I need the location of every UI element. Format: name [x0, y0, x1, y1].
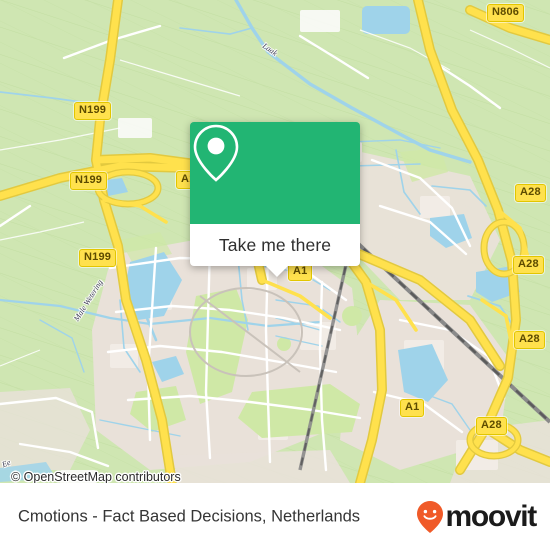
road-shield: N199 — [70, 172, 108, 190]
road-shield: N199 — [79, 249, 117, 267]
location-popup[interactable]: Take me there — [190, 122, 360, 277]
map-canvas[interactable]: N806 N199 N199 N199 A1 A1 A1 A28 A28 A28… — [0, 0, 550, 483]
road-shield: N806 — [487, 4, 525, 22]
road-shield: A28 — [515, 184, 546, 202]
moovit-logo[interactable]: moovit — [416, 499, 537, 534]
popup-footer[interactable]: Take me there — [190, 224, 360, 266]
place-caption: Cmotions - Fact Based Decisions, Netherl… — [18, 507, 361, 525]
popup-header — [190, 122, 360, 224]
road-shield: A28 — [514, 331, 545, 349]
moovit-smiley-pin-icon — [417, 500, 444, 533]
road-shield: A28 — [513, 256, 544, 274]
take-me-there-label: Take me there — [218, 234, 332, 255]
map-pin-icon — [193, 124, 239, 182]
osm-attribution[interactable]: © OpenStreetMap contributors — [11, 470, 181, 483]
road-shield: A1 — [400, 399, 425, 417]
road-shield: A28 — [476, 417, 507, 435]
map-screenshot: N806 N199 N199 N199 A1 A1 A1 A28 A28 A28… — [0, 0, 550, 550]
popup-tail — [266, 266, 288, 277]
moovit-wordmark: moovit — [445, 499, 537, 533]
road-shield: N199 — [74, 102, 112, 120]
footer-bar: Cmotions - Fact Based Decisions, Netherl… — [0, 483, 550, 550]
